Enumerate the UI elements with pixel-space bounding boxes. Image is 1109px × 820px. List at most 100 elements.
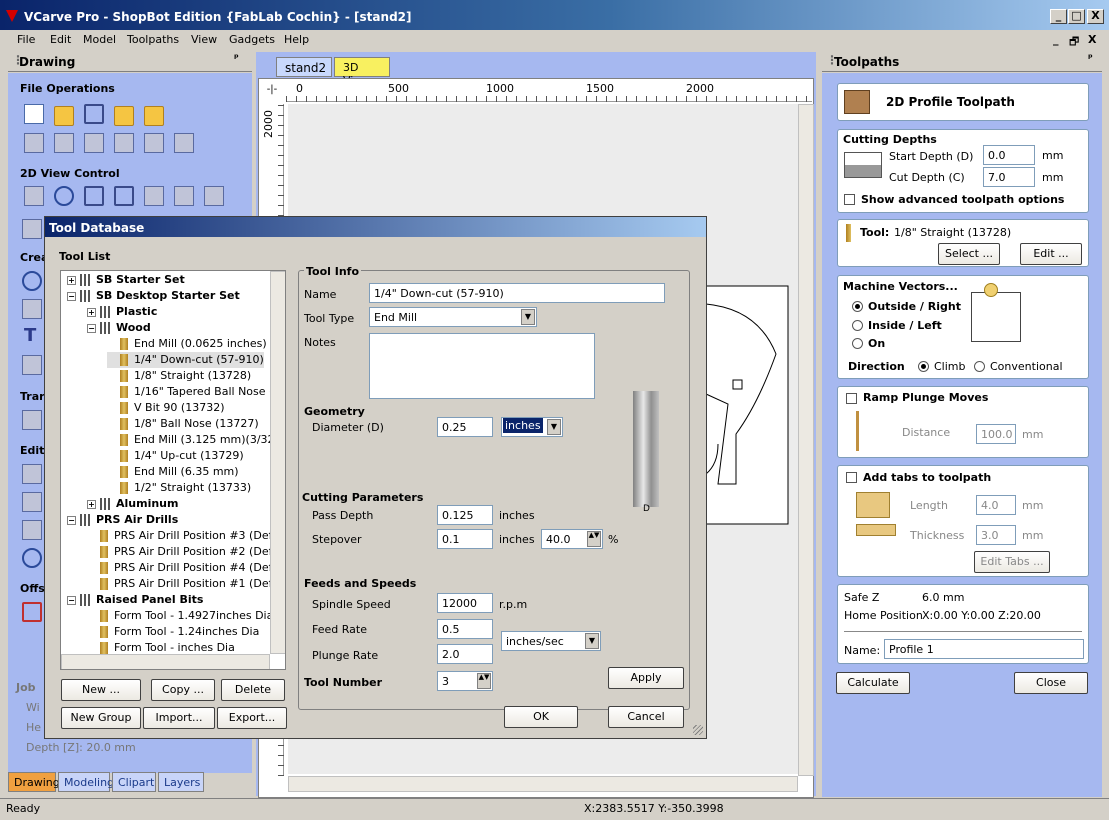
maximize-button[interactable]: □ <box>1068 9 1085 24</box>
expand-icon[interactable]: + <box>67 275 76 285</box>
undo-icon[interactable] <box>144 133 164 153</box>
zoom-icon[interactable] <box>54 186 74 206</box>
menu-gadgets[interactable]: Gadgets <box>229 33 275 46</box>
spin-arrows-icon[interactable]: ▲▼ <box>587 531 601 547</box>
tool-type-select[interactable]: End Mill ▼ <box>369 307 537 327</box>
zoom-extents-icon[interactable] <box>84 186 104 206</box>
inside-left-radio[interactable] <box>852 320 863 331</box>
menu-toolpaths[interactable]: Toolpaths <box>127 33 179 46</box>
calculate-button[interactable]: Calculate <box>836 672 910 694</box>
collapse-icon[interactable]: − <box>67 515 76 525</box>
menu-file[interactable]: File <box>17 33 35 46</box>
tool-name-input[interactable]: 1/4" Down-cut (57-910) <box>369 283 665 303</box>
new-tool-button[interactable]: New ... <box>61 679 141 701</box>
edit-tool-button[interactable]: Edit ... <box>1020 243 1082 265</box>
tab-stand2[interactable]: stand2 <box>276 57 332 77</box>
rate-units-select[interactable]: inches/sec ▼ <box>501 631 601 651</box>
draw-circle-icon[interactable] <box>22 271 42 291</box>
select-pointer-icon[interactable] <box>22 464 42 484</box>
tab-clipart[interactable]: Clipart <box>112 772 156 792</box>
tool-item-node[interactable]: End Mill (0.0625 inches) <box>107 336 267 352</box>
node-edit-icon[interactable] <box>22 492 42 512</box>
resize-grip-icon[interactable] <box>693 725 703 735</box>
pan-icon[interactable] <box>24 186 44 206</box>
tool-item-node[interactable]: 1/4" Down-cut (57-910) <box>107 352 264 368</box>
notes-textarea[interactable] <box>369 333 595 399</box>
ramp-plunge-checkbox[interactable] <box>846 393 857 404</box>
tool-item-node[interactable]: Form Tool - 1.24inches Dia <box>87 624 259 640</box>
outside-right-radio[interactable] <box>852 301 863 312</box>
vertical-scrollbar[interactable] <box>798 104 814 776</box>
view-layers-icon[interactable] <box>174 186 194 206</box>
close-window-button[interactable]: X <box>1087 9 1104 24</box>
spindle-speed-input[interactable]: 12000 <box>437 593 493 613</box>
save-icon[interactable] <box>84 104 104 124</box>
view-export-icon[interactable] <box>204 186 224 206</box>
on-radio[interactable] <box>852 338 863 349</box>
select-all-icon[interactable] <box>24 133 44 153</box>
conventional-radio[interactable] <box>974 361 985 372</box>
cut-icon[interactable] <box>54 133 74 153</box>
tool-item-node[interactable]: V Bit 90 (13732) <box>107 400 225 416</box>
edit-tabs-button[interactable]: Edit Tabs ... <box>974 551 1050 573</box>
tree-horizontal-scrollbar[interactable] <box>61 654 270 669</box>
select-tool-button[interactable]: Select ... <box>938 243 1000 265</box>
diameter-units-select[interactable]: inches ▼ <box>501 417 563 437</box>
tool-item-node[interactable]: Form Tool - 1.4927inches Dia <box>87 608 273 624</box>
draw-arc-icon[interactable] <box>22 355 42 375</box>
import-bitmap-icon[interactable] <box>144 106 164 126</box>
collapse-icon[interactable]: − <box>87 323 96 333</box>
view-material-icon[interactable] <box>144 186 164 206</box>
tool-group-node[interactable]: − SB Desktop Starter Set <box>67 288 240 304</box>
menu-view[interactable]: View <box>191 33 217 46</box>
import-icon[interactable] <box>114 106 134 126</box>
redo-icon[interactable] <box>174 133 194 153</box>
tool-group-node[interactable]: + SB Starter Set <box>67 272 185 288</box>
tool-item-node[interactable]: 1/8" Ball Nose (13727) <box>107 416 259 432</box>
advanced-options-checkbox[interactable] <box>844 194 855 205</box>
expand-icon[interactable]: + <box>87 499 96 509</box>
fillet-icon[interactable] <box>22 548 42 568</box>
diameter-input[interactable]: 0.25 <box>437 417 493 437</box>
spin-arrows-icon[interactable]: ▲▼ <box>477 673 491 689</box>
tab-drawing[interactable]: Drawing <box>8 772 60 792</box>
climb-radio[interactable] <box>918 361 929 372</box>
menu-help[interactable]: Help <box>284 33 309 46</box>
export-tool-button[interactable]: Export... <box>217 707 287 729</box>
tab-modeling[interactable]: Modeling <box>58 772 114 792</box>
copy-icon[interactable] <box>84 133 104 153</box>
plunge-rate-input[interactable]: 2.0 <box>437 644 493 664</box>
tool-item-node[interactable]: End Mill (3.125 mm)(3/32") <box>107 432 284 448</box>
stepover-percent-stepper[interactable]: 40.0 ▲▼ <box>541 529 603 549</box>
minimize-button[interactable]: _ <box>1050 9 1067 24</box>
tab-thickness-input[interactable]: 3.0 <box>976 525 1016 545</box>
text-tool-icon[interactable]: T <box>24 325 36 346</box>
tool-item-node[interactable]: PRS Air Drill Position #2 (Defin <box>87 544 282 560</box>
tool-list-tree[interactable]: + SB Starter Set − SB Desktop Starter Set + P… <box>60 270 286 670</box>
add-tabs-checkbox[interactable] <box>846 472 857 483</box>
start-depth-input[interactable]: 0.0 <box>983 145 1035 165</box>
toolpath-name-input[interactable]: Profile 1 <box>884 639 1084 659</box>
tab-length-input[interactable]: 4.0 <box>976 495 1016 515</box>
tool-group-node[interactable]: − Wood <box>87 320 151 336</box>
tab-layers[interactable]: Layers <box>158 772 204 792</box>
copy-tool-button[interactable]: Copy ... <box>151 679 215 701</box>
new-file-icon[interactable] <box>24 104 44 124</box>
tool-item-node[interactable]: 1/16" Tapered Ball Nose (1 <box>107 384 280 400</box>
tool-item-node[interactable]: 1/2" Straight (13733) <box>107 480 251 496</box>
cut-depth-input[interactable]: 7.0 <box>983 167 1035 187</box>
mdi-minimize-button[interactable]: _ <box>1053 33 1059 46</box>
paste-icon[interactable] <box>114 133 134 153</box>
tool-item-node[interactable]: PRS Air Drill Position #3 (Defin <box>87 528 282 544</box>
import-tool-button[interactable]: Import... <box>143 707 215 729</box>
close-toolpath-button[interactable]: Close <box>1014 672 1088 694</box>
new-group-button[interactable]: New Group <box>61 707 141 729</box>
tool-group-node[interactable]: + Plastic <box>87 304 157 320</box>
tool-item-node[interactable]: 1/8" Straight (13728) <box>107 368 251 384</box>
ramp-distance-input[interactable]: 100.0 <box>976 424 1016 444</box>
menu-model[interactable]: Model <box>83 33 116 46</box>
tab-3d-view[interactable]: 3D View <box>334 57 390 87</box>
tool-number-stepper[interactable]: 3 ▲▼ <box>437 671 493 691</box>
pass-depth-input[interactable]: 0.125 <box>437 505 493 525</box>
menu-edit[interactable]: Edit <box>50 33 71 46</box>
